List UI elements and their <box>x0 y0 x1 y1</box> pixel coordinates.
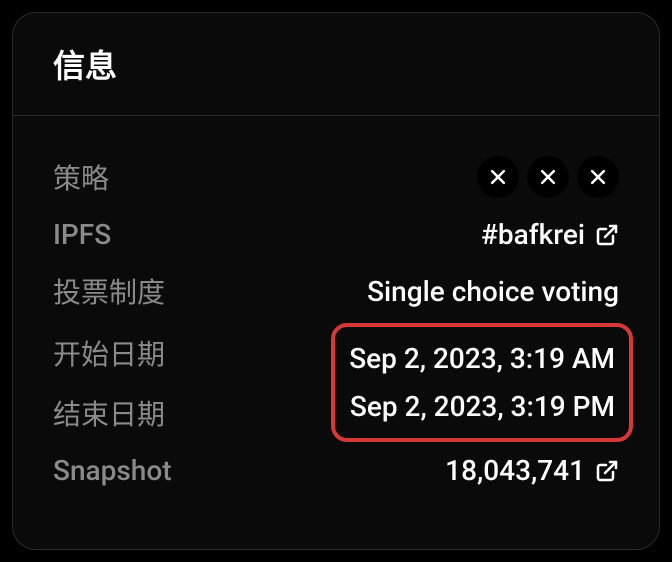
strategy-x-icon[interactable] <box>477 156 519 198</box>
dates-highlight: Sep 2, 2023, 3:19 AM Sep 2, 2023, 3:19 P… <box>331 323 633 442</box>
ipfs-label: IPFS <box>53 218 111 251</box>
panel-title: 信息 <box>53 41 619 87</box>
snapshot-number: 18,043,741 <box>445 454 585 487</box>
ipfs-value[interactable]: #bafkrei <box>481 218 619 251</box>
strategy-label: 策略 <box>53 157 109 197</box>
start-date-value: Sep 2, 2023, 3:19 AM <box>349 335 615 383</box>
strategy-x-icon[interactable] <box>577 156 619 198</box>
start-date-label: 开始日期 <box>53 333 165 373</box>
dates-container: 开始日期 结束日期 Sep 2, 2023, 3:19 AM Sep 2, 20… <box>53 331 619 434</box>
panel-header: 信息 <box>13 13 659 116</box>
voting-system-label: 投票制度 <box>53 271 165 311</box>
end-date-value: Sep 2, 2023, 3:19 PM <box>349 383 615 431</box>
strategy-x-icon[interactable] <box>527 156 569 198</box>
snapshot-row: Snapshot 18,043,741 <box>53 454 619 487</box>
strategy-icons <box>477 156 619 198</box>
snapshot-value[interactable]: 18,043,741 <box>445 454 619 487</box>
ipfs-row: IPFS #bafkrei <box>53 218 619 251</box>
external-link-icon <box>595 459 619 483</box>
voting-system-value: Single choice voting <box>367 275 619 308</box>
panel-content: 策略 <box>13 116 659 517</box>
snapshot-label: Snapshot <box>53 454 172 487</box>
voting-system-row: 投票制度 Single choice voting <box>53 271 619 311</box>
external-link-icon <box>595 223 619 247</box>
ipfs-hash: #bafkrei <box>481 218 585 251</box>
strategy-row: 策略 <box>53 156 619 198</box>
info-panel: 信息 策略 <box>12 12 660 550</box>
date-labels: 开始日期 结束日期 <box>53 333 165 433</box>
strategy-value <box>477 156 619 198</box>
end-date-label: 结束日期 <box>53 393 165 433</box>
